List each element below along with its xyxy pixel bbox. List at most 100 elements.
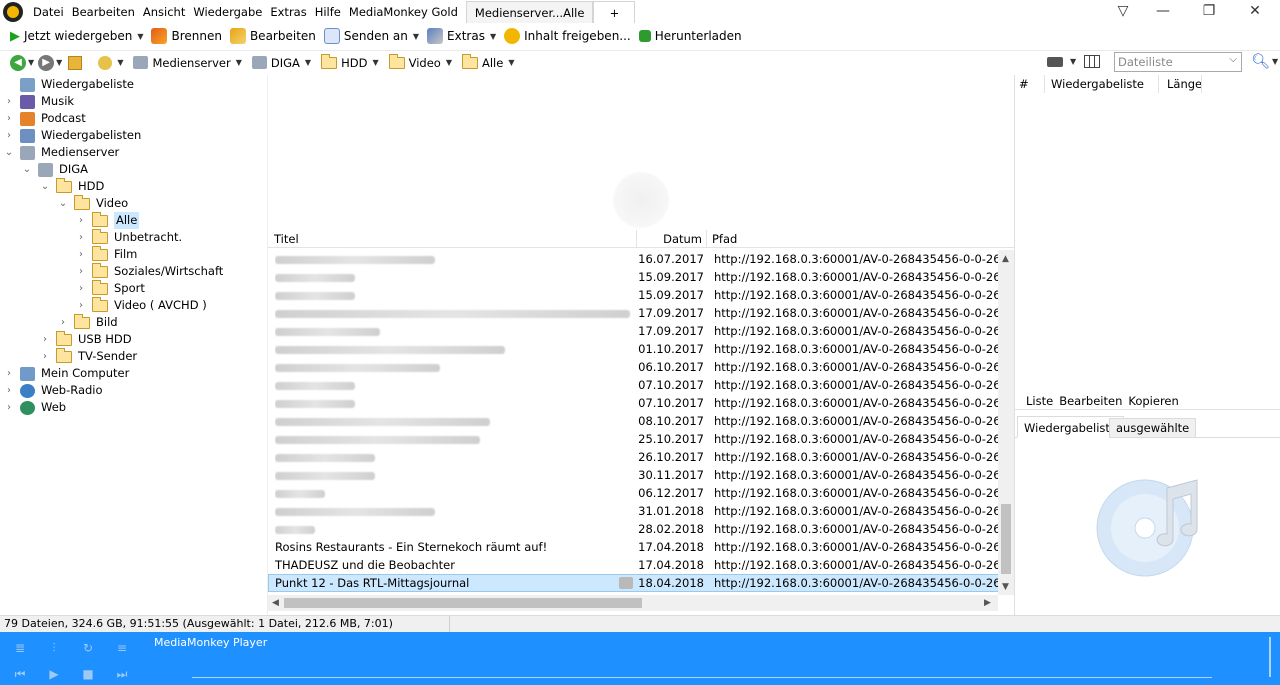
column-divider[interactable] bbox=[1044, 75, 1045, 93]
play-icon[interactable]: ▶ bbox=[47, 668, 61, 680]
tree-item[interactable]: › Soziales/Wirtschaft bbox=[76, 262, 223, 280]
table-row[interactable]: 06.10.2017 http://192.168.0.3:60001/AV-0-… bbox=[268, 358, 998, 376]
tree-item[interactable]: › Video ( AVCHD ) bbox=[76, 296, 207, 314]
chevron-down-icon[interactable]: ▼ bbox=[1070, 57, 1076, 66]
horizontal-scrollbar[interactable]: ◀ ▶ bbox=[268, 595, 998, 611]
scroll-up-icon[interactable]: ▲ bbox=[1002, 254, 1009, 264]
chevron-right-icon[interactable]: › bbox=[4, 93, 14, 110]
menu-bearbeiten[interactable]: Bearbeiten bbox=[68, 0, 139, 24]
restore-button[interactable]: ❐ bbox=[1186, 0, 1232, 24]
view-mode-icon[interactable] bbox=[1047, 57, 1063, 67]
chevron-down-icon[interactable]: ▼ bbox=[236, 58, 242, 67]
table-row[interactable]: 17.09.2017 http://192.168.0.3:60001/AV-0-… bbox=[268, 304, 998, 322]
chevron-right-icon[interactable]: › bbox=[40, 331, 50, 348]
tree-item[interactable]: ⌄ DIGA bbox=[22, 161, 88, 178]
chevron-down-icon[interactable]: ⌄ bbox=[4, 144, 14, 161]
breadcrumb-hdd[interactable]: HDD ▼ bbox=[321, 53, 379, 70]
column-header-playlist[interactable]: Wiedergabeliste bbox=[1051, 75, 1144, 93]
menu-bearbeiten[interactable]: Bearbeiten bbox=[1059, 394, 1122, 408]
table-row[interactable]: Rosins Restaurants - Ein Sternekoch räum… bbox=[268, 538, 998, 556]
column-header-date[interactable]: Datum bbox=[638, 230, 702, 248]
seek-bar[interactable] bbox=[192, 677, 1212, 678]
chevron-right-icon[interactable]: › bbox=[4, 399, 14, 416]
menu-extras[interactable]: Extras bbox=[266, 0, 310, 24]
table-row[interactable]: Punkt 12 - Das RTL-Mittagsjournal 18.04.2… bbox=[268, 574, 998, 592]
tab-wiedergabeliste[interactable]: Wiedergabeliste bbox=[1017, 416, 1124, 438]
breadcrumb-video[interactable]: Video ▼ bbox=[388, 53, 452, 70]
tree-item[interactable]: › Sport bbox=[76, 279, 145, 297]
table-row[interactable]: 16.07.2017 http://192.168.0.3:60001/AV-0-… bbox=[268, 250, 998, 268]
menu-wiedergabe[interactable]: Wiedergabe bbox=[189, 0, 266, 24]
table-row[interactable]: THADEUSZ und die Beobachter 17.04.2018 htt… bbox=[268, 556, 998, 574]
table-row[interactable]: 07.10.2017 http://192.168.0.3:60001/AV-0-… bbox=[268, 394, 998, 412]
add-tab-button[interactable]: + bbox=[593, 1, 636, 23]
menu-kopieren[interactable]: Kopieren bbox=[1128, 394, 1178, 408]
tab-medienserver-alle[interactable]: Medienserver...Alle bbox=[465, 1, 594, 23]
chevron-down-icon[interactable]: ▼ bbox=[117, 58, 123, 67]
scroll-right-icon[interactable]: ▶ bbox=[984, 598, 991, 608]
table-row[interactable]: 28.02.2018 http://192.168.0.3:60001/AV-0-… bbox=[268, 520, 998, 538]
chevron-down-icon[interactable]: ▼ bbox=[490, 32, 496, 41]
back-button[interactable]: ◀ bbox=[10, 54, 26, 71]
column-header-title[interactable]: Titel bbox=[274, 230, 299, 248]
menu-liste[interactable]: Liste bbox=[1026, 394, 1053, 408]
column-divider[interactable] bbox=[706, 230, 707, 248]
tree-item[interactable]: › Alle bbox=[76, 211, 140, 229]
chevron-down-icon[interactable]: ▼ bbox=[305, 58, 311, 67]
chevron-right-icon[interactable]: › bbox=[76, 297, 86, 314]
search-scope-select[interactable]: Dateiliste ⌵ bbox=[1114, 52, 1242, 72]
chevron-down-icon[interactable]: ▼ bbox=[446, 58, 452, 67]
table-row[interactable]: 15.09.2017 http://192.168.0.3:60001/AV-0-… bbox=[268, 268, 998, 286]
chevron-down-icon[interactable]: ▼ bbox=[508, 58, 514, 67]
send-to-button[interactable]: Senden an ▼ bbox=[323, 28, 419, 44]
columns-icon[interactable] bbox=[1084, 55, 1100, 68]
chevron-right-icon[interactable]: › bbox=[76, 263, 86, 280]
tree-item[interactable]: › Musik bbox=[4, 93, 74, 110]
chevron-right-icon[interactable]: › bbox=[76, 212, 86, 229]
tree-item[interactable]: › Bild bbox=[58, 313, 118, 331]
chevron-down-icon[interactable]: ⌄ bbox=[22, 161, 32, 178]
chevron-right-icon[interactable]: › bbox=[58, 314, 68, 331]
tree-item[interactable]: ⌄ HDD bbox=[40, 177, 104, 195]
tree-item[interactable]: ⌄ Medienserver bbox=[4, 144, 119, 161]
chevron-down-icon[interactable]: ⌄ bbox=[40, 178, 50, 195]
mediamonkey-logo-icon[interactable] bbox=[3, 2, 23, 22]
tree-item[interactable]: › USB HDD bbox=[40, 330, 132, 348]
scroll-thumb[interactable] bbox=[284, 598, 642, 608]
next-icon[interactable]: ⏭ bbox=[115, 668, 129, 680]
table-row[interactable]: 26.10.2017 http://192.168.0.3:60001/AV-0-… bbox=[268, 448, 998, 466]
tree-item[interactable]: › Film bbox=[76, 245, 137, 263]
breadcrumb-diga[interactable]: DIGA ▼ bbox=[251, 56, 311, 70]
chevron-down-icon[interactable]: ▼ bbox=[413, 32, 419, 41]
repeat-icon[interactable]: ↻ bbox=[81, 642, 95, 654]
scroll-left-icon[interactable]: ◀ bbox=[272, 598, 279, 608]
tree-item[interactable]: › TV-Sender bbox=[40, 347, 137, 365]
edit-button[interactable]: Bearbeiten bbox=[229, 28, 316, 44]
chevron-right-icon[interactable]: › bbox=[4, 365, 14, 382]
stop-icon[interactable]: ■ bbox=[81, 668, 95, 680]
menu-icon[interactable]: ≡ bbox=[115, 642, 129, 654]
chevron-right-icon[interactable]: › bbox=[76, 229, 86, 246]
table-row[interactable]: 08.10.2017 http://192.168.0.3:60001/AV-0-… bbox=[268, 412, 998, 430]
chevron-down-icon[interactable]: ▼ bbox=[28, 58, 34, 67]
chevron-right-icon[interactable]: › bbox=[40, 348, 50, 365]
column-header-path[interactable]: Pfad bbox=[712, 230, 737, 248]
table-row[interactable]: 31.01.2018 http://192.168.0.3:60001/AV-0-… bbox=[268, 502, 998, 520]
volume-slider[interactable] bbox=[1269, 637, 1271, 677]
tree-item[interactable]: Wiedergabeliste bbox=[4, 76, 134, 93]
chevron-right-icon[interactable]: › bbox=[76, 246, 86, 263]
vertical-scrollbar[interactable]: ▲ ▼ bbox=[998, 250, 1014, 595]
tree-item[interactable]: › Web-Radio bbox=[4, 382, 103, 399]
tab-ausgewaehlte[interactable]: ausgewählte bbox=[1109, 418, 1197, 438]
chevron-right-icon[interactable]: › bbox=[76, 280, 86, 297]
tree-item[interactable]: ⌄ Video bbox=[58, 194, 128, 212]
chevron-right-icon[interactable]: › bbox=[4, 127, 14, 144]
chevron-down-icon[interactable]: ▼ bbox=[56, 58, 62, 67]
search-icon[interactable]: 🔍︎ bbox=[1251, 52, 1270, 70]
chevron-down-icon[interactable]: ⌄ bbox=[58, 195, 68, 212]
equalizer-icon[interactable]: ⫶ bbox=[47, 642, 61, 654]
column-divider[interactable] bbox=[636, 230, 637, 248]
playlist-icon[interactable]: ≣ bbox=[13, 642, 27, 654]
close-button[interactable]: ✕ bbox=[1232, 0, 1278, 24]
scroll-down-icon[interactable]: ▼ bbox=[1002, 582, 1009, 592]
